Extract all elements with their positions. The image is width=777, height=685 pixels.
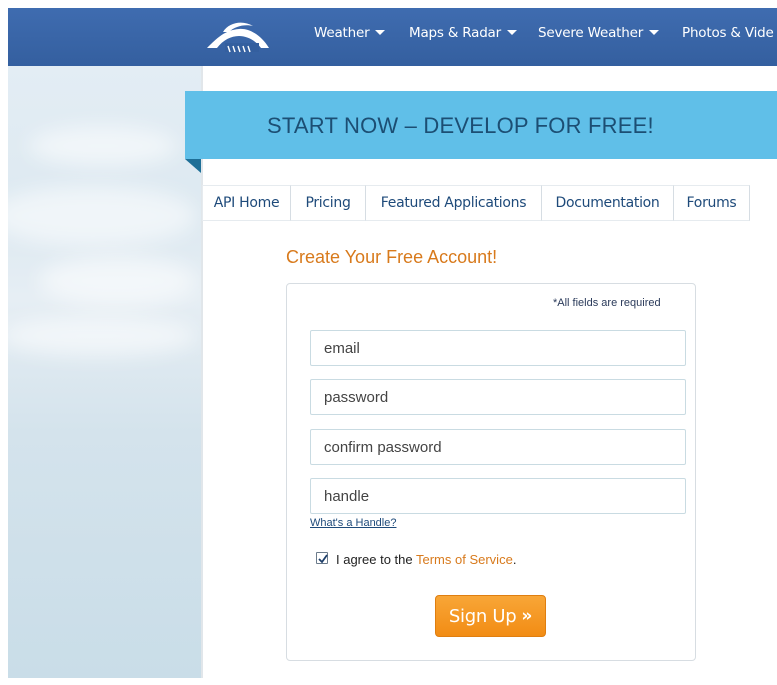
weather-underground-logo[interactable] <box>203 18 275 56</box>
caret-down-icon <box>649 29 660 35</box>
password-field[interactable] <box>310 379 686 415</box>
agree-checkbox[interactable] <box>316 552 328 564</box>
tab-pricing[interactable]: Pricing <box>291 185 366 221</box>
email-field[interactable] <box>310 330 686 366</box>
terms-of-service-link[interactable]: Terms of Service <box>416 552 513 567</box>
sign-up-button[interactable]: Sign Up » <box>435 595 546 637</box>
required-fields-note: *All fields are required <box>553 297 661 309</box>
banner-fold <box>185 159 201 173</box>
page-bottom <box>8 678 777 685</box>
nav-photos-video[interactable]: Photos & Vide <box>682 8 774 66</box>
top-navigation-bar: Weather Maps & Radar Severe Weather Phot… <box>8 8 777 66</box>
banner-text: START NOW – DEVELOP FOR FREE! <box>267 113 654 138</box>
terms-agreement: I agree to the Terms of Service. <box>336 552 517 567</box>
form-heading: Create Your Free Account! <box>286 247 498 267</box>
tab-featured-applications[interactable]: Featured Applications <box>366 185 542 221</box>
tab-documentation[interactable]: Documentation <box>542 185 674 221</box>
tab-forums[interactable]: Forums <box>674 185 750 221</box>
sky-background <box>8 66 202 678</box>
caret-down-icon <box>506 29 517 35</box>
double-chevron-right-icon: » <box>521 606 533 626</box>
nav-severe-weather[interactable]: Severe Weather <box>538 8 660 66</box>
nav-maps-radar[interactable]: Maps & Radar <box>409 8 517 66</box>
checkmark-icon <box>318 554 328 564</box>
caret-down-icon <box>375 29 386 35</box>
nav-weather[interactable]: Weather <box>314 8 386 66</box>
tab-api-home[interactable]: API Home <box>202 185 291 221</box>
whats-a-handle-link[interactable]: What's a Handle? <box>310 517 396 529</box>
confirm-password-field[interactable] <box>310 429 686 465</box>
handle-field[interactable] <box>310 478 686 514</box>
